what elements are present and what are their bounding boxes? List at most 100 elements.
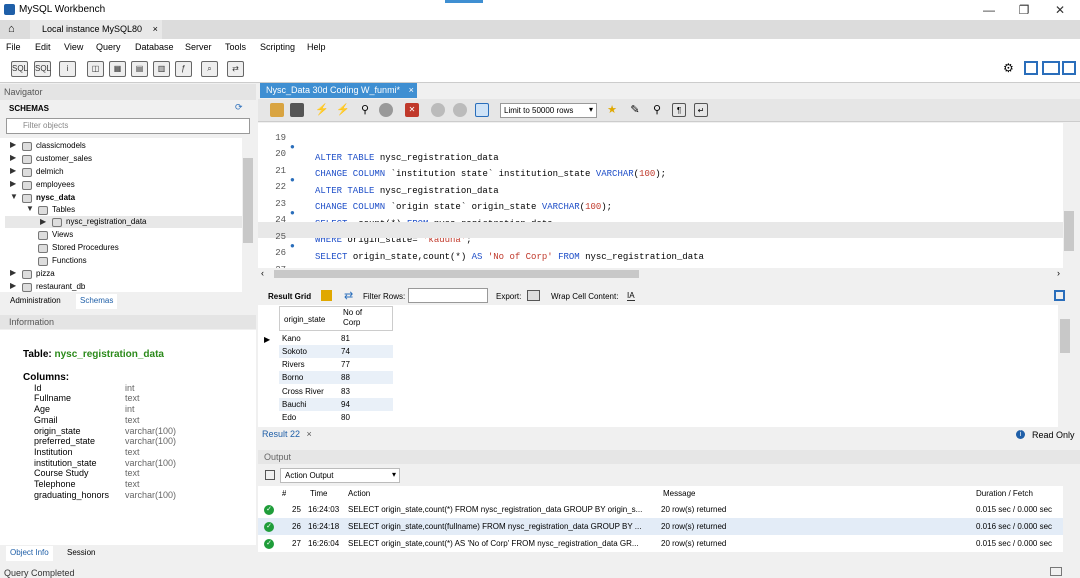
save-icon[interactable] (290, 103, 304, 117)
cell-origin-state[interactable]: Rivers (282, 360, 305, 369)
inspector-icon[interactable]: i (59, 61, 76, 77)
grid-view-icon[interactable] (321, 290, 332, 301)
scroll-thumb[interactable] (1064, 211, 1074, 251)
cell-origin-state[interactable]: Cross River (282, 387, 324, 396)
toggle-sidebar-icon[interactable] (1024, 61, 1038, 75)
tree-item-tables[interactable]: Tables (52, 205, 75, 214)
beautify-icon[interactable]: ✎ (628, 103, 642, 117)
home-icon[interactable]: ⌂ (8, 23, 15, 35)
expand-caret-icon[interactable]: ▶ (10, 281, 16, 290)
column-header[interactable]: No of Corp (343, 308, 383, 328)
result-grid-label[interactable]: Result Grid (268, 292, 311, 301)
close-window-icon[interactable]: ✕ (1045, 3, 1075, 17)
table-row[interactable]: Edo 80 (279, 411, 393, 424)
open-sql-script-icon[interactable]: SQL (34, 61, 51, 77)
refresh-icon[interactable]: ⇄ (344, 289, 353, 302)
tab-administration[interactable]: Administration (6, 294, 65, 309)
scroll-thumb[interactable] (243, 158, 253, 243)
toggle-result-panel-icon[interactable] (1054, 290, 1065, 301)
commit-icon[interactable] (431, 103, 445, 117)
create-function-icon[interactable]: ƒ (175, 61, 192, 77)
sql-editor[interactable]: 19 ● ALTER TABLE nysc_registration_data … (258, 123, 1063, 278)
menu-query[interactable]: Query (96, 42, 121, 52)
table-row[interactable]: ✓ 27 16:26:04 SELECT origin_state,count(… (258, 535, 1063, 552)
wrap-lines-icon[interactable]: ↵ (694, 103, 708, 117)
tree-item-pizza[interactable]: pizza (36, 269, 55, 278)
expand-caret-icon[interactable]: ▶ (10, 179, 16, 188)
menu-database[interactable]: Database (135, 42, 174, 52)
filter-objects-input[interactable]: Filter objects (6, 118, 250, 134)
tab-object-info[interactable]: Object Info (6, 546, 53, 561)
new-sql-tab-icon[interactable]: SQL (11, 61, 28, 77)
filter-rows-input[interactable] (408, 288, 488, 303)
add-snippet-icon[interactable]: ★ (605, 103, 619, 117)
cell-origin-state[interactable]: Borno (282, 373, 303, 382)
close-result-tab-icon[interactable]: × (307, 429, 312, 439)
create-table-icon[interactable]: ▦ (109, 61, 126, 77)
tree-item-delmich[interactable]: delmich (36, 167, 64, 176)
cell-no-of-corp[interactable]: 81 (341, 334, 350, 343)
export-icon[interactable] (527, 290, 540, 301)
execute-current-icon[interactable]: ⚡ (336, 103, 350, 117)
close-query-tab-icon[interactable]: × (409, 85, 414, 95)
rollback-icon[interactable] (453, 103, 467, 117)
output-type-select[interactable]: Action Output ▾ (280, 468, 400, 483)
connection-tab[interactable]: Local instance MySQL80 × (30, 20, 162, 39)
menu-edit[interactable]: Edit (35, 42, 51, 52)
table-row[interactable]: Rivers 77 (279, 358, 393, 371)
minimize-icon[interactable]: — (974, 3, 1004, 17)
editor-vertical-scrollbar[interactable] (1063, 123, 1075, 280)
create-procedure-icon[interactable]: ▥ (153, 61, 170, 77)
collapse-caret-icon[interactable]: ▼ (10, 192, 18, 201)
tree-item-nysc-data[interactable]: nysc_data (36, 193, 75, 202)
cell-no-of-corp[interactable]: 77 (341, 360, 350, 369)
toggle-stop-on-error-icon[interactable]: ✕ (405, 103, 419, 117)
status-panel-icon[interactable] (1050, 567, 1062, 576)
result-tab[interactable]: Result 22 × (262, 429, 312, 439)
menu-scripting[interactable]: Scripting (260, 42, 295, 52)
cell-no-of-corp[interactable]: 83 (341, 387, 350, 396)
limit-rows-select[interactable]: Limit to 50000 rows ▾ (500, 103, 597, 118)
menu-tools[interactable]: Tools (225, 42, 246, 52)
tree-item-classicmodels[interactable]: classicmodels (36, 141, 86, 150)
tree-item-restaurant-db[interactable]: restaurant_db (36, 282, 85, 291)
copy-output-icon[interactable] (265, 470, 275, 480)
column-header[interactable]: origin_state (284, 315, 325, 324)
scroll-thumb[interactable] (1060, 319, 1070, 353)
cell-no-of-corp[interactable]: 94 (341, 400, 350, 409)
cell-origin-state[interactable]: Edo (282, 413, 296, 422)
toggle-output-icon[interactable] (1042, 61, 1060, 75)
find-icon[interactable]: ⚲ (650, 103, 664, 117)
table-row[interactable]: ✓ 26 16:24:18 SELECT origin_state,count(… (258, 518, 1063, 535)
open-file-icon[interactable] (270, 103, 284, 117)
tab-schemas[interactable]: Schemas (76, 294, 118, 309)
settings-gear-icon[interactable]: ⚙ (1003, 61, 1014, 75)
menu-server[interactable]: Server (185, 42, 212, 52)
scroll-right-icon[interactable]: › (1057, 268, 1060, 278)
expand-caret-icon[interactable]: ▶ (10, 268, 16, 277)
table-row[interactable]: Cross River 83 (279, 385, 393, 398)
expand-caret-icon[interactable]: ▶ (10, 153, 16, 162)
execute-icon[interactable]: ⚡ (315, 103, 329, 117)
table-row[interactable]: Kano 81 (279, 332, 393, 345)
create-schema-icon[interactable]: ◫ (87, 61, 104, 77)
create-view-icon[interactable]: ▤ (131, 61, 148, 77)
tree-item-customer-sales[interactable]: customer_sales (36, 154, 92, 163)
cell-origin-state[interactable]: Bauchi (282, 400, 306, 409)
tree-item-nysc-registration-data[interactable]: nysc_registration_data (66, 217, 147, 226)
editor-horizontal-scrollbar[interactable]: ‹ › (258, 268, 1063, 280)
cell-origin-state[interactable]: Kano (282, 334, 301, 343)
expand-caret-icon[interactable]: ▶ (10, 166, 16, 175)
expand-caret-icon[interactable]: ▶ (10, 140, 16, 149)
wrap-cell-icon[interactable]: IA (627, 291, 635, 301)
table-row[interactable]: Borno 88 (279, 371, 393, 384)
toggle-secondary-sidebar-icon[interactable] (1062, 61, 1076, 75)
menu-file[interactable]: File (6, 42, 21, 52)
cell-no-of-corp[interactable]: 80 (341, 413, 350, 422)
scroll-left-icon[interactable]: ‹ (261, 268, 264, 278)
table-row[interactable]: Sokoto 74 (279, 345, 393, 358)
cell-no-of-corp[interactable]: 88 (341, 373, 350, 382)
tree-item-employees[interactable]: employees (36, 180, 75, 189)
tree-item-stored-procedures[interactable]: Stored Procedures (52, 243, 119, 252)
cell-no-of-corp[interactable]: 74 (341, 347, 350, 356)
